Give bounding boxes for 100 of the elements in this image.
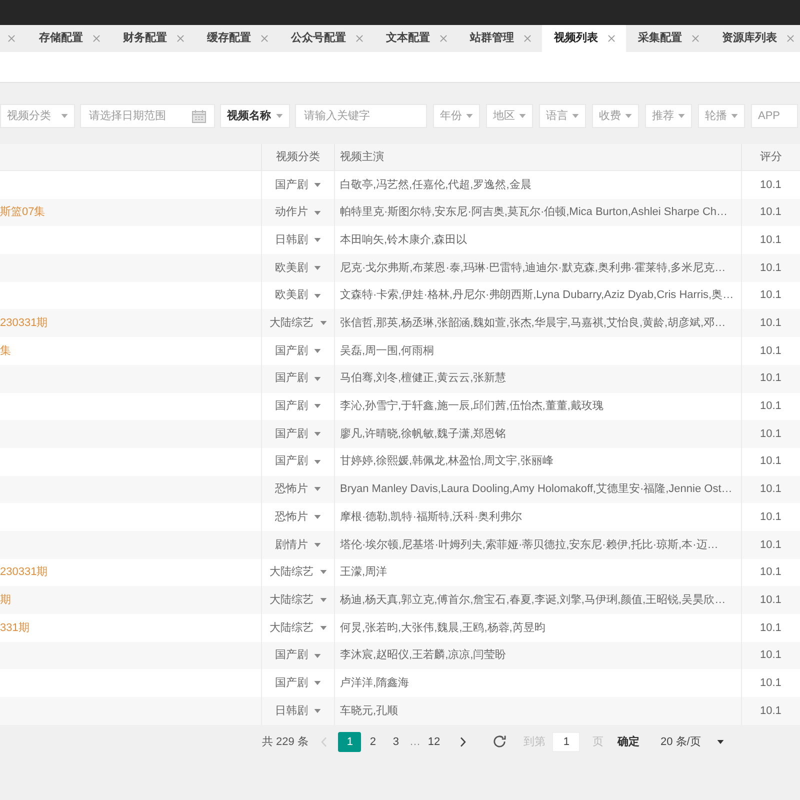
caret-down-icon: [314, 294, 321, 298]
refresh-icon[interactable]: [493, 735, 506, 748]
category-select[interactable]: 国产剧: [275, 176, 321, 194]
table-cell-text: 10.1: [759, 344, 782, 359]
page-button[interactable]: 12: [422, 732, 446, 752]
table-cell-text: 10.1: [759, 232, 782, 248]
caret-down-icon: [314, 487, 321, 492]
category-select[interactable]: 国产剧: [275, 398, 321, 415]
caret-down-icon: [678, 114, 685, 118]
close-icon[interactable]: [356, 35, 363, 42]
category-select[interactable]: 欧美剧: [275, 260, 321, 276]
caret-down-icon: [314, 542, 321, 547]
table-cell-text: 10.1: [759, 316, 782, 332]
close-icon[interactable]: [261, 35, 268, 42]
keyword-input[interactable]: 请输入关键字: [295, 104, 427, 128]
category-select[interactable]: 恐怖片: [275, 508, 321, 526]
calendar-icon: [192, 110, 206, 122]
category-select[interactable]: 日韩剧: [275, 702, 321, 720]
page-size-select[interactable]: 20 条/页: [660, 732, 724, 752]
category-select[interactable]: 大陆综艺: [270, 315, 326, 332]
table-cell-text: 10.1: [759, 592, 782, 608]
tab[interactable]: 站群管理: [458, 25, 542, 52]
close-icon[interactable]: [8, 35, 15, 42]
close-icon[interactable]: [93, 35, 100, 42]
table-cell: 车晓元,孔顺: [335, 697, 742, 725]
tab[interactable]: 采集配置: [626, 25, 710, 52]
category-select[interactable]: 国产剧: [275, 674, 321, 692]
close-icon[interactable]: [608, 35, 615, 42]
caret-down-icon: [314, 376, 321, 381]
caret-down-icon: [731, 114, 738, 118]
close-icon[interactable]: [692, 35, 699, 42]
caret-down-icon: [314, 654, 321, 658]
table-cell-text: 10.1: [759, 288, 782, 304]
total-count: 共 229 条: [262, 734, 308, 750]
tab[interactable]: 文本配置: [374, 25, 458, 52]
table-cell-text: 10.1: [759, 371, 782, 386]
page-button[interactable]: 2: [361, 732, 384, 752]
column-header: 评分: [759, 150, 783, 165]
table-cell-text: 10.1: [759, 565, 782, 580]
caret-down-icon: [572, 114, 579, 118]
caret-down-icon: [314, 708, 321, 713]
table-cell-text: 10.1: [759, 260, 782, 276]
caret-down-icon: [320, 598, 326, 602]
tab[interactable]: 存储配置: [27, 25, 111, 52]
table-cell-text: 10.1: [759, 704, 782, 719]
page-button[interactable]: 3: [384, 732, 408, 752]
caret-down-icon: [314, 238, 321, 242]
caret-down-icon: [625, 114, 632, 118]
caret-down-icon: [61, 114, 68, 118]
confirm-button[interactable]: 确定: [615, 732, 642, 752]
select-field[interactable]: 轮播: [698, 104, 745, 128]
category-select[interactable]: 动作片: [275, 204, 321, 221]
caret-down-icon: [716, 740, 724, 744]
caret-down-icon: [320, 626, 326, 630]
close-icon[interactable]: [524, 35, 531, 42]
caret-down-icon: [314, 460, 321, 464]
close-icon[interactable]: [787, 35, 794, 42]
category-select[interactable]: 大陆综艺: [270, 620, 326, 636]
table-cell-text: 10.1: [759, 205, 782, 220]
close-icon[interactable]: [177, 35, 184, 42]
tab[interactable]: 缓存配置: [195, 25, 279, 52]
table-cell-text: 10.1: [759, 426, 782, 442]
caret-down-icon: [466, 114, 473, 118]
caret-down-icon: [314, 515, 321, 520]
caret-down-icon: [314, 182, 321, 187]
table-cell-text: 10.1: [759, 510, 782, 525]
page-ellipsis: …: [408, 734, 422, 750]
category-select[interactable]: 剧情片: [275, 536, 321, 554]
tab[interactable]: 视频列表: [542, 25, 626, 52]
caret-down-icon: [320, 321, 326, 326]
select-field[interactable]: 视频名称: [220, 104, 290, 128]
category-select[interactable]: 国产剧: [275, 453, 321, 470]
caret-down-icon: [314, 348, 321, 353]
table-cell-text: 10.1: [759, 676, 782, 691]
chevron-right-icon[interactable]: [460, 736, 466, 747]
table-cell-text: 10.1: [759, 399, 782, 414]
close-icon[interactable]: [440, 35, 447, 42]
table-cell-text: 10.1: [759, 538, 782, 553]
caret-down-icon: [314, 432, 321, 436]
page-button[interactable]: 1: [338, 732, 362, 752]
category-select[interactable]: 日韩剧: [275, 232, 321, 248]
tab[interactable]: 公众号配置: [279, 25, 374, 52]
category-select[interactable]: 大陆综艺: [270, 592, 326, 608]
category-select[interactable]: 大陆综艺: [270, 564, 326, 581]
category-select[interactable]: 国产剧: [275, 426, 321, 442]
column-header: 视频分类: [262, 144, 335, 170]
category-select[interactable]: 恐怖片: [275, 481, 321, 498]
tab[interactable]: 财务配置: [111, 25, 195, 52]
category-select[interactable]: 国产剧: [275, 370, 321, 387]
table-cell-text: 10.1: [759, 482, 782, 498]
category-select[interactable]: 国产剧: [275, 647, 321, 664]
category-select[interactable]: 国产剧: [275, 342, 321, 360]
page-jump-input[interactable]: 1: [552, 732, 580, 752]
table-cell-text: 10.1: [759, 178, 782, 193]
category-select[interactable]: 欧美剧: [275, 287, 321, 304]
tab[interactable]: 资源库列表: [710, 25, 800, 52]
table-cell-text: 10.1: [759, 454, 782, 470]
column-header: 视频主演: [335, 144, 742, 170]
caret-down-icon: [314, 404, 321, 408]
caret-down-icon: [314, 266, 321, 270]
